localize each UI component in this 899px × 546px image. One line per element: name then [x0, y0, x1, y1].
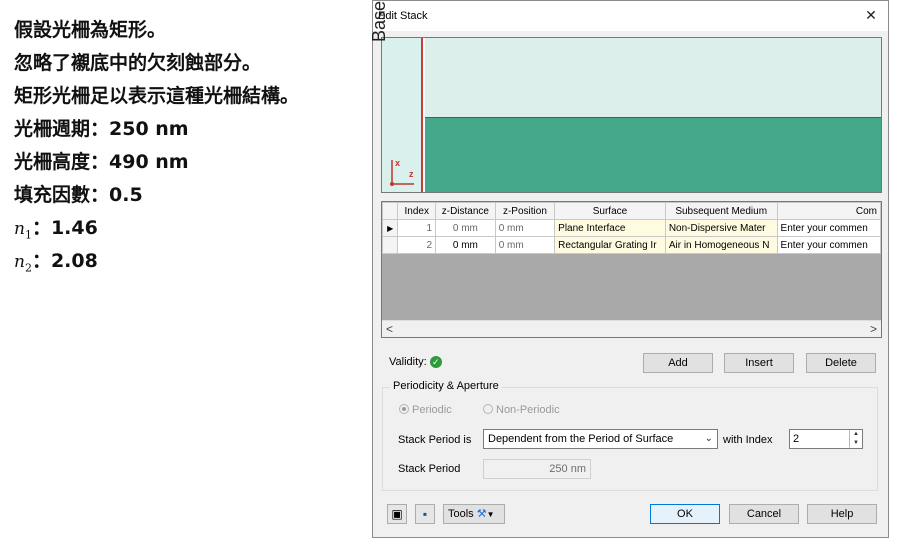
- note-grating-height: 光柵高度：490 nm: [14, 151, 189, 173]
- cell-comment[interactable]: Enter your commen: [776, 219, 881, 237]
- note-grating-period: 光柵週期：250 nm: [14, 118, 189, 140]
- ok-button[interactable]: OK: [650, 504, 720, 524]
- validity-label: Validity:: [389, 356, 427, 368]
- scroll-right-icon[interactable]: >: [870, 322, 877, 336]
- cell-surface[interactable]: Plane Interface: [554, 219, 666, 237]
- col-z-distance[interactable]: z-Distance: [435, 202, 496, 220]
- axis-z-label: z: [409, 169, 414, 179]
- table-row[interactable]: ▶ 1 0 mm 0 mm Plane Interface Non-Disper…: [382, 219, 881, 237]
- axis-icon: x z: [388, 156, 418, 190]
- col-surface[interactable]: Surface: [554, 202, 666, 220]
- row-header-corner: [382, 202, 399, 220]
- horizontal-scrollbar[interactable]: < >: [382, 320, 881, 337]
- with-index-label: with Index: [723, 434, 773, 446]
- base-block-label: Base Block: [369, 0, 390, 42]
- note-line-2: 忽略了襯底中的欠刻蝕部分。: [14, 52, 262, 74]
- cell-medium[interactable]: Non-Dispersive Mater: [664, 219, 778, 237]
- annotation-notes: 假設光柵為矩形。 忽略了襯底中的欠刻蝕部分。 矩形光柵足以表示這種光柵結構。 光…: [14, 14, 299, 278]
- cell-index[interactable]: 1: [397, 219, 437, 237]
- base-block-medium: [425, 38, 881, 117]
- validity-indicator: Validity: ✓: [389, 356, 442, 369]
- radio-selected-icon: [399, 404, 409, 414]
- tools-icon: ⚒: [476, 508, 487, 520]
- stack-period-label: Stack Period: [398, 463, 461, 475]
- index-stepper[interactable]: 2 ▲ ▼: [789, 429, 863, 449]
- save-icon[interactable]: ▪: [415, 504, 435, 524]
- axis-x-label: x: [395, 158, 401, 168]
- stack-table: Index z-Distance z-Position Surface Subs…: [381, 201, 882, 338]
- periodicity-aperture-group: Periodicity & Aperture Periodic Non-Peri…: [382, 380, 878, 491]
- radio-non-periodic[interactable]: Non-Periodic: [483, 404, 560, 416]
- cell-index[interactable]: 2: [397, 236, 437, 254]
- delete-button[interactable]: Delete: [806, 353, 876, 373]
- cell-z-distance[interactable]: 0 mm: [435, 219, 496, 237]
- stack-period-is-label: Stack Period is: [398, 434, 472, 446]
- n2-symbol: n2: [14, 252, 32, 275]
- cell-z-position[interactable]: 0 mm: [494, 219, 556, 237]
- dropdown-arrow-icon: ▼: [486, 510, 495, 519]
- insert-button[interactable]: Insert: [724, 353, 794, 373]
- n2-value: ：2.08: [31, 250, 98, 272]
- note-n2: n2：2.08: [14, 245, 299, 278]
- col-z-position[interactable]: z-Position: [494, 202, 556, 220]
- col-subsequent-medium[interactable]: Subsequent Medium: [664, 202, 778, 220]
- row-marker: ▶: [382, 219, 399, 237]
- close-icon[interactable]: ✕: [860, 4, 882, 26]
- stack-period-mode-select[interactable]: Dependent from the Period of Surface ⌄: [483, 429, 718, 449]
- cell-medium[interactable]: Air in Homogeneous N: [664, 236, 778, 254]
- cancel-button[interactable]: Cancel: [729, 504, 799, 524]
- grating-layer: [425, 117, 881, 192]
- row-marker: [382, 236, 399, 254]
- base-block-label-area: Base Block x z: [369, 0, 423, 192]
- check-icon: ✓: [429, 356, 442, 369]
- help-button[interactable]: Help: [807, 504, 877, 524]
- cell-z-position[interactable]: 0 mm: [494, 236, 556, 254]
- add-button[interactable]: Add: [643, 353, 713, 373]
- edit-stack-dialog: Edit Stack ✕ Base Block x z: [369, 0, 889, 538]
- title-bar: Edit Stack ✕: [373, 1, 888, 31]
- radio-unselected-icon: [483, 404, 493, 414]
- tools-button[interactable]: Tools ⚒▼: [443, 504, 505, 524]
- cell-comment[interactable]: Enter your commen: [776, 236, 881, 254]
- note-line-1: 假設光柵為矩形。: [14, 19, 167, 41]
- cell-surface[interactable]: Rectangular Grating Ir: [554, 236, 666, 254]
- n1-value: ：1.46: [31, 217, 98, 239]
- surface-table: Index z-Distance z-Position Surface Subs…: [382, 202, 881, 254]
- col-index[interactable]: Index: [397, 202, 437, 220]
- note-fill-factor: 填充因數：0.5: [14, 184, 143, 206]
- radio-periodic[interactable]: Periodic: [399, 404, 452, 416]
- view-3d-icon[interactable]: ▣: [387, 504, 407, 524]
- cell-z-distance[interactable]: 0 mm: [435, 236, 496, 254]
- note-n1: n1：1.46: [14, 212, 299, 245]
- scroll-left-icon[interactable]: <: [386, 322, 393, 336]
- col-comment[interactable]: Com: [776, 202, 881, 220]
- stack-preview: Base Block x z: [369, 0, 882, 193]
- stack-period-value: 250 nm: [483, 459, 591, 479]
- n1-symbol: n1: [14, 219, 32, 242]
- chevron-down-icon: ⌄: [704, 433, 713, 444]
- table-row[interactable]: 2 0 mm 0 mm Rectangular Grating Ir Air i…: [382, 236, 881, 254]
- spinner-arrows-icon[interactable]: ▲ ▼: [849, 430, 862, 448]
- group-legend: Periodicity & Aperture: [390, 380, 502, 392]
- note-line-3: 矩形光柵足以表示這種光柵結構。: [14, 85, 300, 107]
